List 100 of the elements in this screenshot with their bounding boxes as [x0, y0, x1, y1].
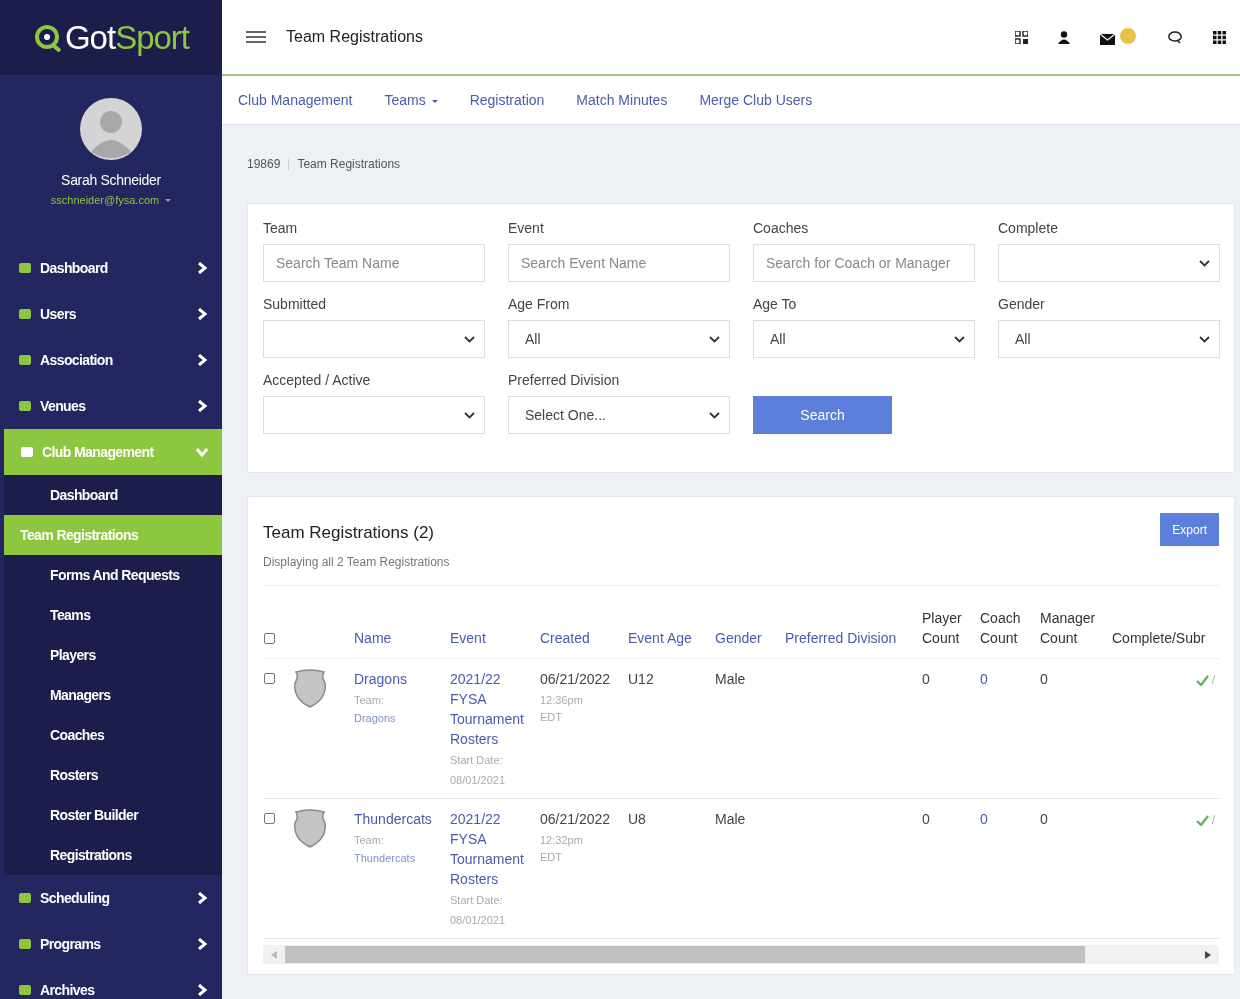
select-field[interactable] — [998, 244, 1220, 282]
field-label: Submitted — [263, 296, 328, 312]
nav-item[interactable]: Association — [0, 337, 222, 383]
logo-text: GotSport — [64, 18, 190, 57]
text-field[interactable]: Search for Coach or Manager — [753, 244, 975, 282]
column-header[interactable]: Event — [450, 628, 540, 648]
chevron-right-icon — [196, 892, 208, 904]
page-title: Team Registrations — [286, 28, 424, 46]
team-label: Team: — [354, 833, 385, 848]
select-field[interactable] — [263, 396, 485, 434]
text-field[interactable]: Search Event Name — [508, 244, 730, 282]
nav-subitem[interactable]: Teams — [4, 595, 222, 635]
breadcrumb-item: Team Registrations — [297, 157, 401, 171]
field-label: Age From — [508, 296, 571, 312]
nav-item[interactable]: Scheduling — [0, 875, 222, 921]
event-link[interactable]: 2021/22 FYSA Tournament Rosters — [450, 809, 540, 889]
field-label: Team — [263, 220, 299, 236]
table-cell-text: 0 — [1040, 810, 1049, 829]
table-cell-text: 0 — [922, 670, 931, 689]
nav-subitem[interactable]: Forms And Requests — [4, 555, 222, 595]
select-field[interactable]: All — [753, 320, 975, 358]
search-button[interactable]: Search — [753, 396, 892, 434]
field-label: Event — [508, 220, 545, 236]
column-header[interactable]: Event Age — [628, 628, 715, 648]
event-link[interactable]: 2021/22 FYSA Tournament Rosters — [450, 669, 540, 749]
checkbox[interactable] — [264, 673, 275, 684]
user-email-dropdown[interactable]: sschneider@fysa.com — [50, 194, 172, 206]
chevron-right-icon — [196, 984, 208, 996]
team-name-link[interactable]: Dragons — [354, 669, 450, 689]
nav-subitem[interactable]: Roster Builder — [4, 795, 222, 835]
table-cell-text: Male — [715, 810, 747, 829]
nav-subitem[interactable]: Rosters — [4, 755, 222, 795]
column-header[interactable]: Created — [540, 628, 628, 648]
subnav-link[interactable]: Match Minutes — [576, 92, 668, 108]
apps-grid-icon[interactable] — [1213, 30, 1226, 44]
field-label: Complete — [998, 220, 1059, 236]
menu-icon[interactable] — [246, 31, 266, 43]
select-field[interactable] — [263, 320, 485, 358]
nav-subitem[interactable]: Registrations — [4, 835, 222, 875]
created-time: 12:36pm EDT — [540, 693, 584, 725]
column-header[interactable]: Gender — [715, 628, 785, 648]
nav-subitem[interactable]: Dashboard — [4, 475, 222, 515]
text-field[interactable]: Search Team Name — [263, 244, 485, 282]
nav-subitem[interactable]: Coaches — [4, 715, 222, 755]
chevron-right-icon — [196, 308, 208, 320]
chevron-right-icon — [196, 938, 208, 950]
column-header: Complete/Subr — [1112, 629, 1207, 648]
select-field[interactable]: All — [508, 320, 730, 358]
select-field[interactable]: Select One... — [508, 396, 730, 434]
created-date: 06/21/2022 — [540, 810, 612, 829]
status-separator: / — [1211, 673, 1215, 687]
subnav-link[interactable]: Club Management — [238, 92, 353, 108]
horizontal-scrollbar[interactable] — [263, 945, 1219, 964]
nav-subitem[interactable]: Players — [4, 635, 222, 675]
scroll-right-icon[interactable] — [1205, 950, 1211, 959]
created-date: 06/21/2022 — [540, 670, 612, 689]
team-link[interactable]: Thundercats — [354, 852, 450, 864]
caret-icon — [464, 411, 475, 419]
envelope-icon[interactable] — [1100, 28, 1138, 46]
user-name: Sarah Schneider — [61, 172, 161, 188]
caret-icon — [709, 335, 720, 343]
nav-item[interactable]: Users — [0, 291, 222, 337]
table-cell-text: Male — [715, 670, 747, 689]
user-icon[interactable] — [1058, 30, 1070, 44]
column-header: Player Count — [922, 609, 963, 648]
field-label: Age To — [753, 296, 798, 312]
qr-code-icon[interactable] — [1015, 30, 1028, 44]
nav-item[interactable]: Archives — [0, 967, 222, 999]
nav-item[interactable]: Venues — [0, 383, 222, 429]
column-header: Coach Count — [980, 609, 1022, 648]
field-label: Preferred Division — [508, 372, 621, 388]
export-button[interactable]: Export — [1160, 513, 1219, 546]
nav-item[interactable]: Programs — [0, 921, 222, 967]
column-header[interactable]: Preferred Division — [785, 628, 922, 648]
chevron-down-icon — [196, 446, 208, 458]
nav-subitem[interactable]: Managers — [4, 675, 222, 715]
caret-icon — [709, 411, 720, 419]
start-date: 08/01/2021 — [450, 773, 507, 788]
nav-item[interactable]: Dashboard — [0, 245, 222, 291]
table-cell-text: U12 — [628, 670, 655, 689]
caret-icon — [464, 335, 475, 343]
team-name-link[interactable]: Thundercats — [354, 809, 450, 829]
checkbox[interactable] — [264, 813, 275, 824]
chat-icon[interactable] — [1168, 30, 1183, 44]
section-title: Team Registrations (2) — [263, 523, 435, 543]
column-header[interactable]: Name — [354, 628, 450, 648]
coach-count-link[interactable]: 0 — [980, 669, 1040, 689]
subnav-link[interactable]: Merge Club Users — [699, 92, 813, 108]
avatar-icon — [80, 98, 142, 160]
start-date-label: Start Date: — [450, 753, 504, 768]
subnav-link[interactable]: Registration — [469, 92, 545, 108]
field-label: Coaches — [753, 220, 810, 236]
table-cell-text: 0 — [922, 810, 931, 829]
checkbox[interactable] — [264, 633, 275, 644]
chevron-right-icon — [196, 262, 208, 274]
subnav-link[interactable]: Teams — [384, 92, 438, 108]
select-field[interactable]: All — [998, 320, 1220, 358]
breadcrumb-item[interactable]: 19869 — [247, 157, 281, 171]
status-separator: / — [1211, 813, 1215, 827]
coach-count-link[interactable]: 0 — [980, 809, 1040, 829]
